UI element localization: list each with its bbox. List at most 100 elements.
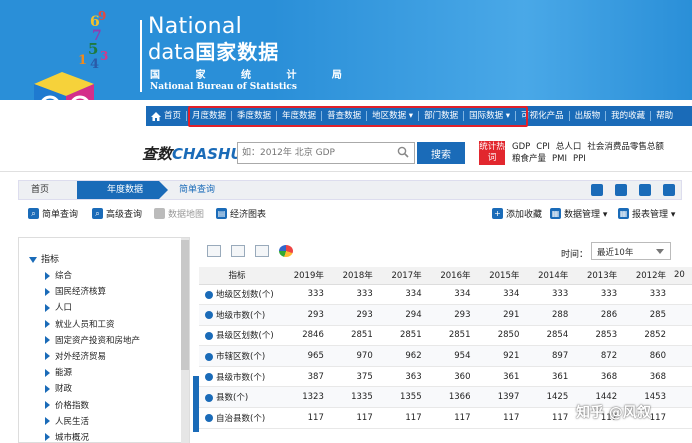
table-cell: 970 — [329, 345, 379, 367]
pie-chart-icon[interactable] — [279, 245, 293, 257]
info-icon[interactable] — [205, 290, 213, 299]
tree-root[interactable]: 指标 — [29, 252, 59, 265]
add-favorite-button[interactable]: + 添加收藏 — [492, 207, 542, 220]
table-row: 地级市数(个) 293 293 294 293 291 288 286 285 — [199, 304, 692, 326]
hot-word[interactable]: PPI — [573, 154, 586, 164]
info-icon[interactable] — [205, 393, 213, 402]
nav-favorites[interactable]: 我的收藏 — [606, 111, 652, 121]
line-chart-icon[interactable] — [255, 245, 269, 257]
breadcrumb-home[interactable]: 首页 — [19, 181, 77, 199]
hot-word[interactable]: GDP — [512, 142, 530, 152]
table-row: 县级区划数(个) 2846 2851 2851 2851 2850 2854 2853 2852 — [199, 325, 692, 347]
hot-word[interactable]: PMI — [552, 154, 567, 164]
simple-query-button[interactable]: ⌕ 简单查询 — [28, 207, 78, 220]
table-cell: 363 — [378, 366, 428, 388]
bar-chart-icon[interactable] — [231, 245, 245, 257]
hot-word[interactable]: CPI — [536, 142, 550, 152]
plus-icon: + — [492, 208, 503, 219]
nav-department[interactable]: 部门数据 — [419, 111, 465, 121]
column-header[interactable]: 20 — [672, 267, 692, 285]
nav-publications[interactable]: 出版物 — [570, 111, 607, 121]
advanced-query-button[interactable]: ⌕ 高级查询 — [92, 207, 142, 220]
nav-international[interactable]: 国际数据 ▾ — [464, 111, 517, 121]
row-indicator[interactable]: 县数(个) — [199, 386, 281, 409]
table-cell: 1397 — [476, 386, 526, 409]
chart-icon: ▤ — [216, 208, 227, 219]
nav-home[interactable]: 首页 — [146, 111, 188, 121]
data-management-menu[interactable]: ▦ 数据管理 ▾ — [550, 207, 607, 220]
report-management-menu[interactable]: ▦ 报表管理 ▾ — [618, 207, 675, 220]
table-cell: 285 — [623, 304, 672, 326]
search-button[interactable]: 搜索 — [417, 142, 465, 164]
column-header[interactable]: 2016年 — [427, 267, 477, 285]
info-icon[interactable] — [205, 352, 213, 361]
row-indicator[interactable]: 市辖区数(个) — [199, 345, 281, 367]
tree-item[interactable]: 对外经济贸易 — [45, 349, 140, 365]
row-indicator[interactable]: 地级区划数(个) — [199, 284, 281, 306]
search-input[interactable] — [237, 142, 415, 164]
nav-visualization[interactable]: 可视化产品 — [516, 111, 570, 121]
hot-word[interactable]: 总人口 — [556, 142, 582, 152]
time-select[interactable]: 最近10年 — [591, 242, 671, 260]
copy-icon[interactable] — [615, 184, 627, 196]
tree-item[interactable]: 城市概况 — [45, 430, 140, 442]
info-icon[interactable] — [205, 414, 213, 423]
row-indicator-label: 自治县数(个) — [216, 413, 266, 424]
table-cell: 117 — [281, 407, 330, 429]
tree-scrollbar[interactable] — [181, 238, 189, 443]
tree-item[interactable]: 人口 — [45, 300, 140, 316]
nav-help[interactable]: 帮助 — [651, 111, 678, 121]
column-header[interactable]: 2013年 — [574, 267, 624, 285]
scrollbar-thumb[interactable] — [181, 240, 189, 370]
tree-item[interactable]: 固定资产投资和房地产 — [45, 333, 140, 349]
nav-annual[interactable]: 年度数据 — [277, 111, 323, 121]
column-header[interactable]: 2012年 — [623, 267, 672, 285]
nav-quarterly[interactable]: 季度数据 — [232, 111, 278, 121]
data-map-button[interactable]: 数据地图 — [154, 207, 204, 220]
nav-regional[interactable]: 地区数据 ▾ — [367, 111, 420, 121]
table-cell: 375 — [329, 366, 379, 388]
economic-chart-button[interactable]: ▤ 经济图表 — [216, 207, 266, 220]
table-cell: 954 — [427, 345, 477, 367]
tree-item[interactable]: 国民经济核算 — [45, 284, 140, 300]
column-header[interactable]: 指标 — [199, 267, 281, 285]
search-icon[interactable] — [397, 146, 409, 158]
hot-word[interactable]: 社会消费品零售总额 — [587, 142, 664, 152]
nav-census[interactable]: 普查数据 — [322, 111, 368, 121]
chashu-logo: 查数CHASHU — [142, 145, 243, 163]
row-indicator[interactable]: 县级市数(个) — [199, 366, 281, 388]
table-cell: 117 — [525, 407, 575, 429]
column-header[interactable]: 2014年 — [525, 267, 575, 285]
info-icon[interactable] — [205, 373, 213, 382]
download-icon[interactable] — [591, 184, 603, 196]
top-navigation: 首页 月度数据 季度数据 年度数据 普查数据 地区数据 ▾ 部门数据 国际数据 … — [146, 106, 692, 126]
tree-item[interactable]: 价格指数 — [45, 398, 140, 414]
tree-item[interactable]: 就业人员和工资 — [45, 317, 140, 333]
tree-item[interactable]: 财政 — [45, 381, 140, 397]
table-view-icon[interactable] — [207, 245, 221, 257]
nav-monthly[interactable]: 月度数据 — [187, 111, 233, 121]
table-cell: 860 — [623, 345, 672, 367]
column-header[interactable]: 2017年 — [378, 267, 428, 285]
tree-item[interactable]: 综合 — [45, 268, 140, 284]
info-icon[interactable] — [205, 311, 213, 320]
column-header[interactable]: 2019年 — [281, 267, 330, 285]
row-indicator[interactable]: 县级区划数(个) — [199, 325, 281, 347]
hot-word[interactable]: 粮食产量 — [512, 154, 546, 164]
breadcrumb-simple-query[interactable]: 简单查询 — [159, 181, 239, 199]
column-header[interactable]: 2015年 — [476, 267, 526, 285]
row-indicator[interactable]: 地级市数(个) — [199, 304, 281, 326]
row-indicator[interactable]: 自治县数(个) — [199, 407, 281, 429]
tree-item[interactable]: 人民生活 — [45, 414, 140, 430]
table-cell: 333 — [281, 284, 330, 306]
print-icon[interactable] — [639, 184, 651, 196]
share-icon[interactable] — [663, 184, 675, 196]
table-row: 县级市数(个) 387 375 363 360 361 361 368 368 — [199, 366, 692, 388]
column-header[interactable]: 2018年 — [329, 267, 379, 285]
table-cell: 288 — [525, 304, 575, 326]
tree-item[interactable]: 能源 — [45, 365, 140, 381]
toolbar: ⌕ 简单查询 ⌕ 高级查询 数据地图 ▤ 经济图表 + 添加收藏 ▦ 数据管理 ▾ ▦ 报表… — [18, 205, 682, 225]
table-cell: 2854 — [525, 325, 575, 347]
info-icon[interactable] — [205, 331, 213, 340]
breadcrumb-annual[interactable]: 年度数据 — [77, 181, 168, 199]
